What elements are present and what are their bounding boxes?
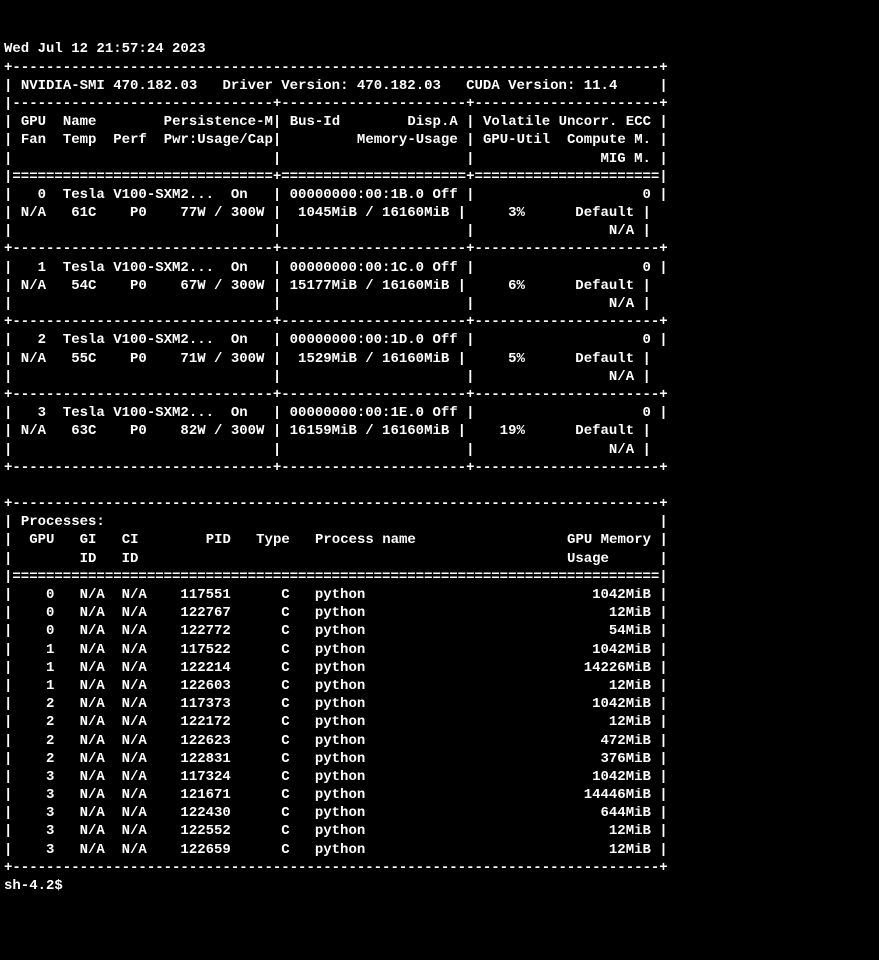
- col-persistence: Persistence-M: [164, 114, 273, 130]
- cuda-version: CUDA Version: 11.4: [466, 78, 617, 94]
- col-mig: MIG M.: [601, 151, 651, 167]
- timestamp: Wed Jul 12 21:57:24 2023: [4, 41, 206, 57]
- col-memory: Memory-Usage: [357, 132, 458, 148]
- terminal-output: Wed Jul 12 21:57:24 2023 +--------------…: [4, 40, 879, 895]
- proc-col-ci-sub: ID: [122, 551, 139, 567]
- proc-col-mem-sub: Usage: [567, 551, 609, 567]
- gpu-rows: | 0 Tesla V100-SXM2... On | 00000000:00:…: [4, 187, 668, 458]
- col-gpu: GPU: [21, 114, 46, 130]
- proc-col-pid: PID: [206, 532, 231, 548]
- col-fan: Fan: [21, 132, 46, 148]
- proc-col-gpu: GPU: [29, 532, 54, 548]
- col-perf: Perf: [113, 132, 147, 148]
- shell-prompt[interactable]: sh-4.2$: [4, 878, 71, 894]
- proc-col-gi: GI: [80, 532, 97, 548]
- driver-version: Driver Version: 470.182.03: [222, 78, 440, 94]
- process-rows: | 0 N/A N/A 117551 C python 1042MiB | | …: [4, 587, 668, 858]
- proc-col-memory: GPU Memory: [567, 532, 651, 548]
- border-top: +---------------------------------------…: [4, 60, 668, 76]
- col-gpu-util: GPU-Util: [483, 132, 550, 148]
- proc-col-name: Process name: [315, 532, 416, 548]
- processes-title: Processes:: [21, 514, 105, 530]
- smi-version: NVIDIA-SMI 470.182.03: [21, 78, 197, 94]
- proc-col-type: Type: [256, 532, 290, 548]
- proc-col-gi-sub: ID: [80, 551, 97, 567]
- col-bus-id: Bus-Id: [290, 114, 340, 130]
- col-pwr: Pwr:Usage/Cap: [164, 132, 273, 148]
- col-temp: Temp: [63, 132, 97, 148]
- col-name: Name: [63, 114, 97, 130]
- col-volatile: Volatile Uncorr. ECC: [483, 114, 651, 130]
- col-compute: Compute M.: [567, 132, 651, 148]
- col-disp-a: Disp.A: [407, 114, 457, 130]
- proc-col-ci: CI: [122, 532, 139, 548]
